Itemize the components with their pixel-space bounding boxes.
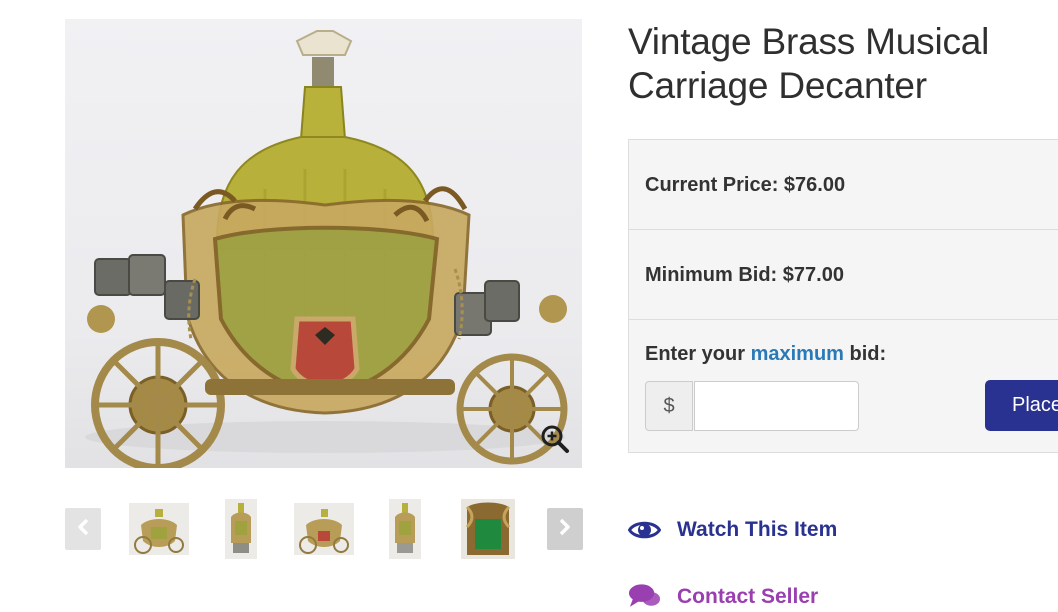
bid-input-group: $ (645, 381, 859, 431)
enter-bid-label: Enter your maximum bid: (645, 343, 886, 366)
contact-seller-link[interactable]: Contact Seller (628, 582, 818, 612)
thumbnail-1[interactable] (129, 499, 189, 559)
thumbnail-3[interactable] (293, 499, 355, 559)
thumbnail-2[interactable] (225, 499, 257, 559)
thumbnail-4[interactable] (389, 499, 421, 559)
carriage-decanter-photo (85, 30, 568, 468)
zoom-in-icon[interactable] (538, 422, 572, 456)
max-bid-input[interactable] (694, 381, 859, 431)
main-product-image[interactable] (65, 19, 582, 468)
bid-panel: Current Price: $76.00 Minimum Bid: $77.0… (628, 139, 1058, 453)
product-title: Vintage Brass Musical Carriage Decanter (628, 21, 990, 106)
enter-bid-suffix: bid: (843, 343, 887, 365)
eye-icon (628, 518, 661, 542)
thumbnail-5[interactable] (461, 499, 515, 559)
minimum-bid-row: Minimum Bid: $77.00 (629, 230, 1058, 320)
chevron-right-icon (558, 518, 572, 541)
enter-bid-prefix: Enter your (645, 343, 751, 365)
minimum-bid: Minimum Bid: $77.00 (645, 264, 844, 286)
watch-item-label: Watch This Item (677, 518, 838, 541)
watch-item-link[interactable]: Watch This Item (628, 518, 837, 542)
currency-addon: $ (645, 381, 693, 431)
thumbnail-prev-button[interactable] (65, 508, 101, 550)
thumbnail-next-button[interactable] (547, 508, 583, 550)
current-price-row: Current Price: $76.00 (629, 140, 1058, 230)
chevron-left-icon (76, 518, 90, 541)
thumbnail-strip (65, 499, 583, 559)
enter-bid-row: Enter your maximum bid: $ Place (629, 320, 1058, 453)
enter-bid-highlight: maximum (750, 343, 844, 365)
contact-seller-label: Contact Seller (677, 585, 819, 608)
current-price: Current Price: $76.00 (645, 174, 846, 196)
chat-bubbles-icon (628, 582, 661, 612)
place-bid-button[interactable]: Place (985, 380, 1058, 431)
